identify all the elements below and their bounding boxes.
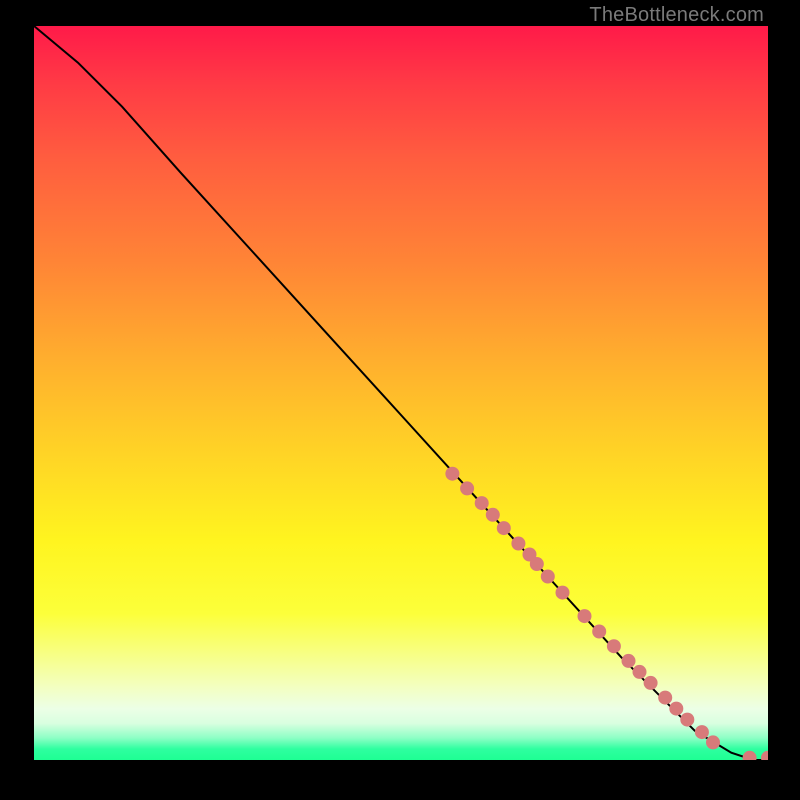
data-point: [669, 702, 683, 716]
data-point: [475, 496, 489, 510]
chart-svg: [34, 26, 768, 760]
data-point: [592, 625, 606, 639]
data-point: [556, 586, 570, 600]
data-point: [607, 639, 621, 653]
data-point: [644, 676, 658, 690]
data-point: [578, 609, 592, 623]
data-point: [511, 537, 525, 551]
data-point: [445, 467, 459, 481]
data-point: [695, 725, 709, 739]
data-point: [658, 691, 672, 705]
chart-area: [34, 26, 768, 760]
data-point: [530, 557, 544, 571]
data-point: [761, 751, 768, 760]
data-point: [622, 654, 636, 668]
data-point: [460, 481, 474, 495]
data-point: [486, 508, 500, 522]
data-point: [633, 665, 647, 679]
trend-curve: [34, 26, 768, 760]
data-point: [743, 751, 757, 760]
data-point: [706, 735, 720, 749]
data-points-group: [445, 467, 768, 760]
data-point: [680, 713, 694, 727]
watermark-text: TheBottleneck.com: [589, 4, 764, 27]
data-point: [541, 570, 555, 584]
data-point: [497, 521, 511, 535]
